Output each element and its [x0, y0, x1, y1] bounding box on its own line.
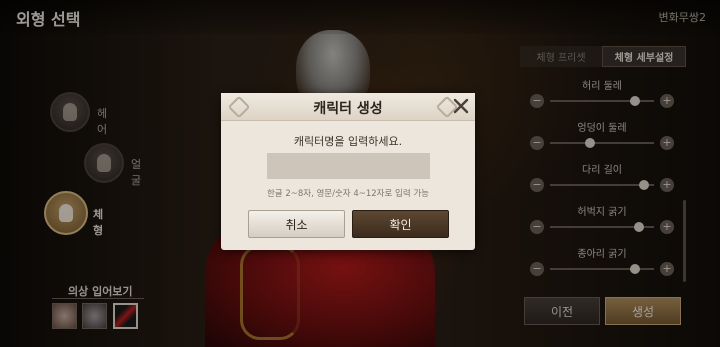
dialog-title: 캐릭터 생성	[313, 101, 383, 117]
close-icon	[453, 98, 469, 114]
dialog-header: 캐릭터 생성	[221, 93, 475, 121]
cancel-button[interactable]: 취소	[248, 210, 345, 238]
confirm-button[interactable]: 확인	[352, 210, 449, 238]
character-name-input[interactable]	[267, 153, 430, 179]
create-character-dialog: 캐릭터 생성 캐릭터명을 입력하세요. 한글 2~8자, 영문/숫자 4~12자…	[221, 93, 475, 250]
name-rule-hint: 한글 2~8자, 영문/숫자 4~12자로 입력 가능	[266, 189, 430, 199]
dialog-prompt: 캐릭터명을 입력하세요.	[293, 135, 403, 148]
close-button[interactable]	[451, 96, 471, 116]
